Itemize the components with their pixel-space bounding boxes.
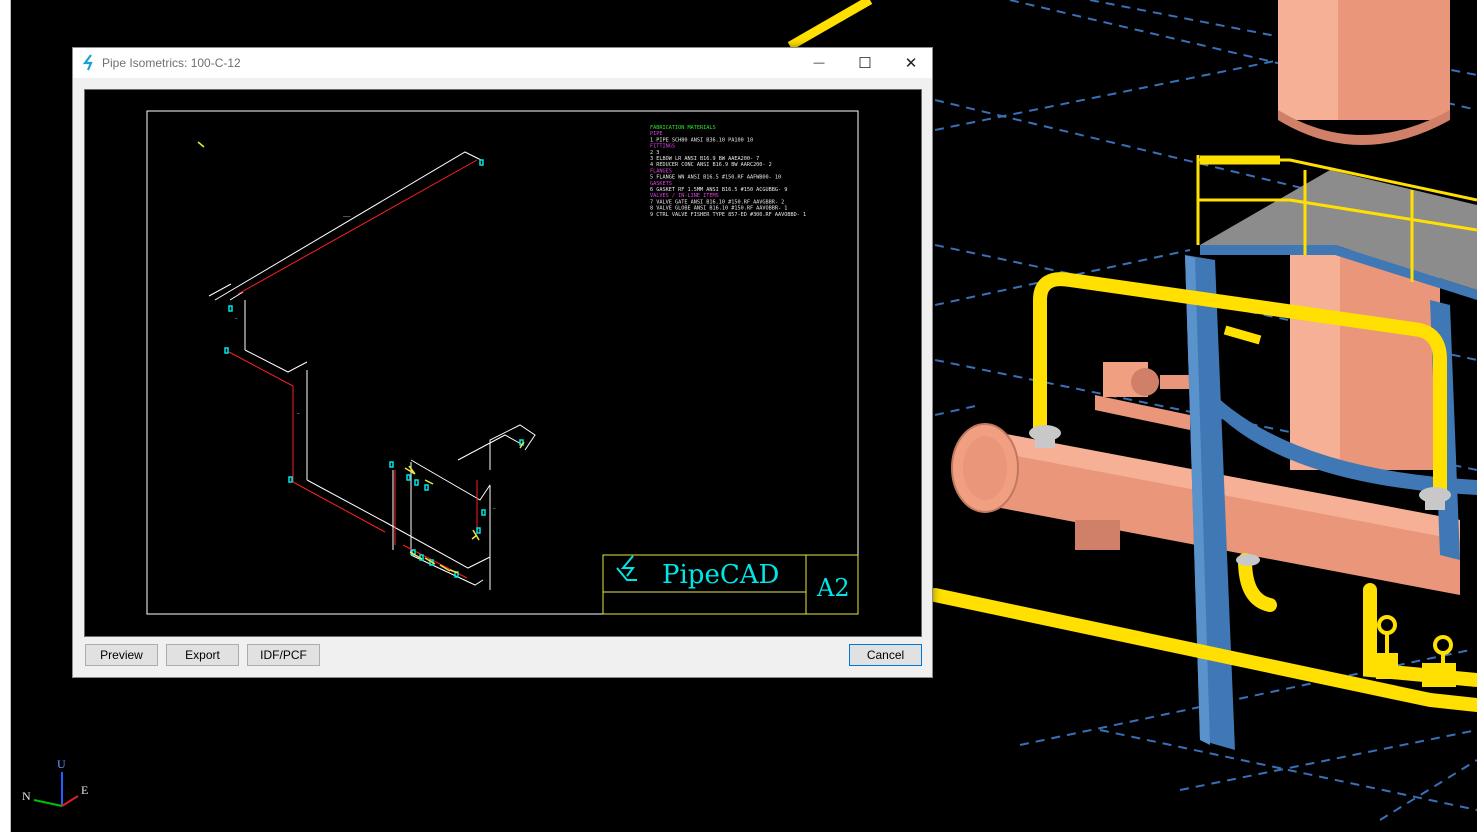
left-panel-edge — [0, 0, 11, 832]
material-list-line: 2 3 — [650, 150, 659, 156]
material-list-line: 9 CTRL VALVE FISHER TYPE 857-ED #300.RF … — [650, 212, 806, 218]
pipecad-logo-icon — [616, 555, 637, 581]
close-icon: ✕ — [904, 55, 918, 72]
material-list-line: VALVES / IN-LINE ITEMS — [650, 193, 719, 199]
material-list-line: FLANGES — [650, 168, 672, 174]
isometric-drawing: PipeCAD A2 FABRICATION MATERIALSPIPE1 PI… — [146, 110, 859, 615]
axis-east-label: E — [81, 783, 89, 797]
material-list-line: 7 VALVE GATE ANSI B16.10 #150.RF AAVGBBR… — [650, 199, 784, 205]
dialog-title: Pipe Isometrics: 100-C-12 — [102, 56, 241, 70]
svg-text:———: ——— — [343, 214, 351, 219]
minimize-icon: — — [813, 57, 825, 69]
material-list: FABRICATION MATERIALSPIPE1 PIPE SCH80 AN… — [650, 125, 806, 218]
dialog-titlebar[interactable]: Pipe Isometrics: 100-C-12 — ☐ ✕ — [73, 48, 932, 78]
pipe-route: ——— — — — — [197, 141, 536, 590]
export-button[interactable]: Export — [166, 644, 239, 666]
axis-up-label: U — [57, 757, 66, 771]
svg-text:—: — — [235, 316, 238, 321]
pipecad-logo-text: PipeCAD — [662, 560, 779, 590]
material-list-line: 5 FLANGE WN ANSI B16.5 #150.RF AAFWB00- … — [650, 175, 781, 181]
maximize-button[interactable]: ☐ — [842, 48, 888, 78]
svg-text:—: — — [297, 411, 300, 416]
material-list-line: 8 VALVE GLOBE ANSI B16.10 #150.RF AAVOBB… — [650, 206, 787, 212]
cancel-button[interactable]: Cancel — [849, 644, 922, 666]
material-list-line: 1 PIPE SCH80 ANSI B36.10 PA100 10 — [650, 137, 753, 143]
close-button[interactable]: ✕ — [888, 48, 934, 78]
material-list-line: FABRICATION MATERIALS — [650, 125, 716, 131]
maximize-icon: ☐ — [858, 55, 872, 72]
pipecad-app-icon — [82, 54, 93, 71]
idf-pcf-button[interactable]: IDF/PCF — [247, 644, 320, 666]
material-list-line: 4 REDUCER CONC ANSI B16.9 BW AARC200- 2 — [650, 162, 772, 168]
material-list-line: 3 ELBOW LR ANSI B16.9 BW AAEA200- 7 — [650, 156, 759, 162]
minimize-button[interactable]: — — [796, 48, 842, 78]
svg-text:—: — — [493, 506, 496, 511]
preview-button[interactable]: Preview — [85, 644, 158, 666]
pipe-isometrics-dialog: Pipe Isometrics: 100-C-12 — ☐ ✕ PipeCAD … — [72, 47, 933, 678]
material-list-line: 6 GASKET RF 1.5MM ANSI B16.5 #150 ACGUBB… — [650, 187, 787, 193]
sheet-size-label: A2 — [816, 574, 850, 602]
material-list-line: PIPE — [650, 131, 663, 137]
material-list-line: GASKETS — [650, 181, 672, 187]
axis-north-label: N — [22, 789, 31, 803]
isometric-drawing-canvas[interactable]: PipeCAD A2 FABRICATION MATERIALS PIPE 1 PI… — [84, 89, 922, 637]
material-list-line: FITTINGS — [650, 144, 675, 150]
